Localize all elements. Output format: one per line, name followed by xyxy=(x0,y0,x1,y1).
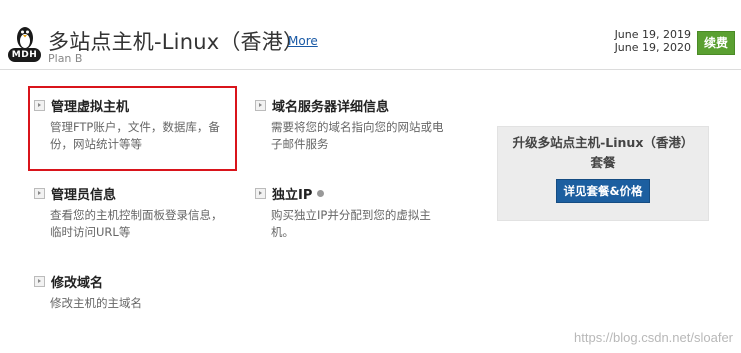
item-desc: 管理FTP账户，文件，数据库，备 份，网站统计等等 xyxy=(50,119,220,153)
desc-line: 份，网站统计等等 xyxy=(50,137,142,151)
desc-line: 需要将您的域名指向您的网站或电 xyxy=(271,120,444,134)
desc-line: 查看您的主机控制面板登录信息， xyxy=(50,208,223,222)
item-desc: 修改主机的主域名 xyxy=(50,295,142,312)
renew-button[interactable]: 续费 xyxy=(697,31,735,55)
arrow-bullet-icon xyxy=(255,188,266,199)
status-dot-icon xyxy=(317,190,325,197)
page-title: 多站点主机-Linux（香港） xyxy=(48,30,305,54)
header-bar: MDH 多站点主机-Linux（香港） More Plan B June 19,… xyxy=(0,0,741,70)
desc-line: 购买独立IP并分配到您的虚拟主 xyxy=(271,208,431,222)
plan-name: Plan B xyxy=(48,52,83,65)
end-date: June 19, 2020 xyxy=(614,41,691,54)
view-plans-button[interactable]: 详见套餐&价格 xyxy=(556,179,650,203)
desc-line: 机。 xyxy=(271,225,294,239)
arrow-bullet-icon xyxy=(255,100,266,111)
item-title[interactable]: 域名服务器详细信息 xyxy=(272,96,389,115)
item-nameserver-details[interactable]: 域名服务器详细信息 需要将您的域名指向您的网站或电 子邮件服务 xyxy=(255,96,444,153)
desc-line: 临时访问URL等 xyxy=(50,225,131,239)
item-title[interactable]: 修改域名 xyxy=(51,272,103,291)
item-change-domain[interactable]: 修改域名 修改主机的主域名 xyxy=(34,272,142,312)
date-range: June 19, 2019 June 19, 2020 xyxy=(615,28,691,54)
logo-badge: MDH xyxy=(8,48,41,62)
upgrade-title: 升级多站点主机-Linux（香港） 套餐 xyxy=(498,133,708,173)
item-desc: 查看您的主机控制面板登录信息， 临时访问URL等 xyxy=(50,207,223,241)
more-link[interactable]: More xyxy=(288,34,318,48)
item-title[interactable]: 管理员信息 xyxy=(51,184,116,203)
item-title[interactable]: 管理虚拟主机 xyxy=(51,96,129,115)
upgrade-panel: 升级多站点主机-Linux（香港） 套餐 详见套餐&价格 xyxy=(497,126,709,221)
item-dedicated-ip[interactable]: 独立IP 购买独立IP并分配到您的虚拟主 机。 xyxy=(255,184,431,241)
upgrade-title-line: 升级多站点主机-Linux（香港） xyxy=(512,135,694,150)
desc-line: 子邮件服务 xyxy=(271,137,329,151)
arrow-bullet-icon xyxy=(34,276,45,287)
upgrade-title-line: 套餐 xyxy=(590,155,616,170)
item-manage-hosting[interactable]: 管理虚拟主机 管理FTP账户，文件，数据库，备 份，网站统计等等 xyxy=(34,96,220,153)
item-desc: 需要将您的域名指向您的网站或电 子邮件服务 xyxy=(271,119,444,153)
watermark: https://blog.csdn.net/sloafer xyxy=(574,330,733,345)
item-admin-info[interactable]: 管理员信息 查看您的主机控制面板登录信息， 临时访问URL等 xyxy=(34,184,223,241)
item-desc: 购买独立IP并分配到您的虚拟主 机。 xyxy=(271,207,431,241)
desc-line: 修改主机的主域名 xyxy=(50,296,142,310)
desc-line: 管理FTP账户，文件，数据库，备 xyxy=(50,120,220,134)
item-title[interactable]: 独立IP xyxy=(272,184,312,203)
arrow-bullet-icon xyxy=(34,100,45,111)
arrow-bullet-icon xyxy=(34,188,45,199)
start-date: June 19, 2019 xyxy=(614,28,691,41)
penguin-logo-icon: MDH xyxy=(6,24,44,64)
